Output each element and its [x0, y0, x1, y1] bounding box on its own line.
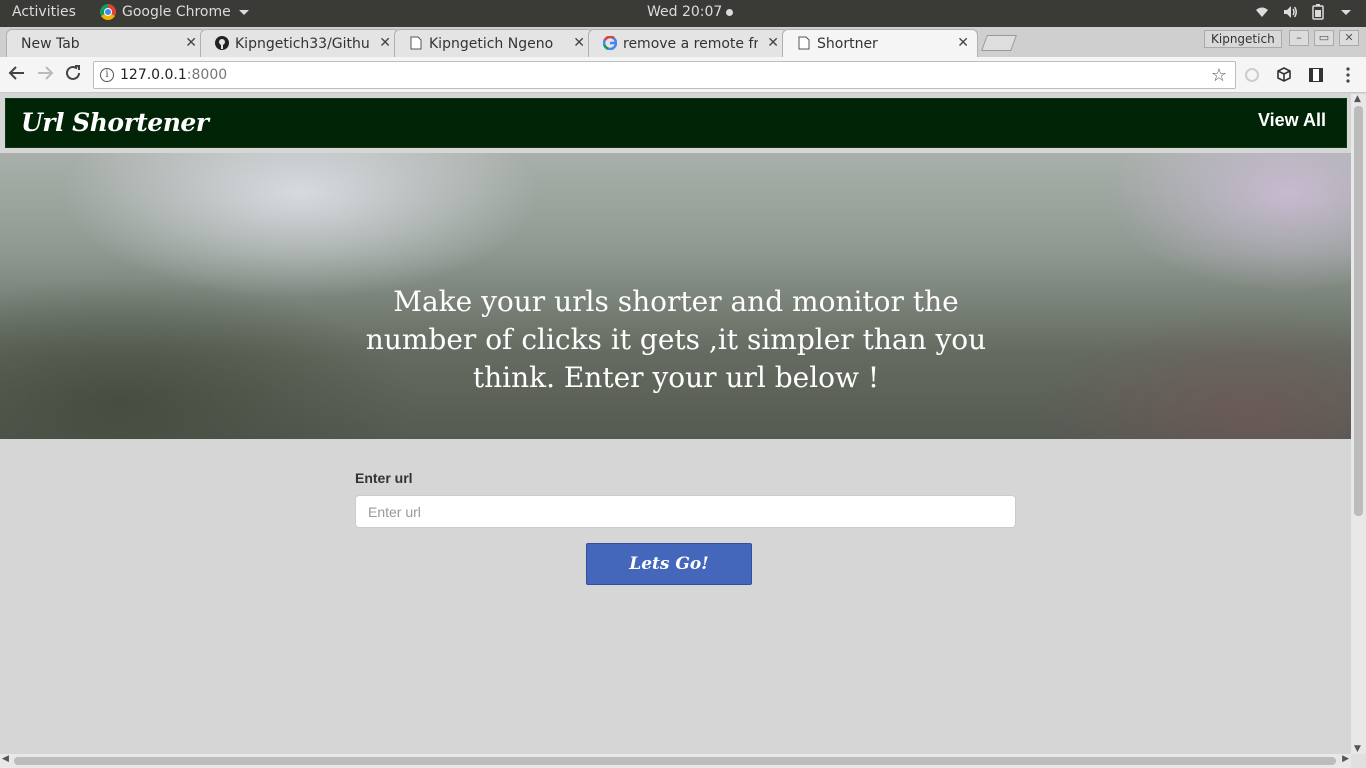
address-text: 127.0.0.1:8000	[120, 67, 227, 83]
scroll-up-icon[interactable]: ▲	[1354, 94, 1361, 104]
chevron-down-icon	[238, 9, 249, 15]
view-all-link[interactable]: View All	[1258, 110, 1326, 131]
arrow-right-icon	[38, 66, 54, 80]
scrollbar-thumb[interactable]	[14, 757, 1336, 765]
more-menu-icon[interactable]	[1339, 66, 1357, 84]
tab-new-tab[interactable]: New Tab ✕	[6, 29, 206, 57]
arrow-left-icon	[8, 66, 24, 80]
scroll-down-icon[interactable]: ▼	[1354, 744, 1361, 754]
close-icon[interactable]: ✕	[573, 35, 585, 51]
scroll-right-icon[interactable]: ▶	[1342, 754, 1349, 764]
close-icon[interactable]: ✕	[957, 35, 969, 51]
notification-dot-icon	[726, 8, 734, 16]
back-button[interactable]	[6, 64, 28, 86]
site-navbar: Url Shortener View All	[5, 98, 1347, 148]
chrome-icon	[100, 4, 116, 20]
close-window-icon[interactable]: ✕	[1339, 30, 1359, 46]
url-field-label: Enter url	[355, 470, 413, 486]
github-icon	[215, 36, 229, 50]
profile-button[interactable]: Kipngetich	[1204, 30, 1282, 48]
page-viewport: Url Shortener View All Make your urls sh…	[0, 94, 1351, 754]
scrollbar-thumb[interactable]	[1354, 106, 1363, 516]
scroll-left-icon[interactable]: ◀	[2, 754, 9, 764]
tab-title: New Tab	[21, 36, 80, 52]
tab-title: remove a remote fr	[623, 36, 758, 52]
system-top-bar: Activities Google Chrome Wed 20:07	[0, 0, 1366, 27]
bookmark-star-icon[interactable]: ☆	[1211, 65, 1227, 86]
page-icon	[409, 36, 423, 50]
app-menu-label: Google Chrome	[122, 4, 231, 20]
page-icon	[797, 36, 811, 50]
google-icon	[602, 35, 618, 51]
address-bar[interactable]: i 127.0.0.1:8000 ☆	[93, 61, 1236, 89]
volume-icon	[1282, 4, 1298, 20]
tab-google-search[interactable]: remove a remote fr ✕	[588, 29, 788, 57]
tab-shortner[interactable]: Shortner ✕	[782, 29, 978, 57]
cube-icon[interactable]	[1275, 66, 1293, 84]
url-host: 127.0.0.1	[120, 67, 187, 83]
clock-label: Wed 20:07	[647, 4, 723, 20]
forward-button[interactable]	[34, 64, 56, 86]
tab-strip: New Tab ✕ Kipngetich33/Githu ✕ Kipngetic…	[0, 27, 1366, 57]
minimize-icon[interactable]: –	[1289, 30, 1309, 46]
tab-github[interactable]: Kipngetich33/Githu ✕	[200, 29, 400, 57]
reload-icon	[66, 65, 80, 80]
tab-title: Kipngetich33/Githu	[235, 36, 370, 52]
scrollbar-corner	[1351, 754, 1366, 768]
info-icon[interactable]: i	[100, 68, 114, 82]
clock[interactable]: Wed 20:07	[647, 4, 734, 20]
system-tray[interactable]	[1254, 4, 1354, 20]
site-brand[interactable]: Url Shortener	[21, 108, 209, 137]
url-port: :8000	[186, 67, 228, 83]
vertical-scrollbar[interactable]: ▲ ▼	[1351, 94, 1366, 754]
submit-button[interactable]: Lets Go!	[586, 543, 752, 585]
maximize-icon[interactable]: ▭	[1314, 30, 1334, 46]
reload-button[interactable]	[62, 64, 84, 86]
close-icon[interactable]: ✕	[767, 35, 779, 51]
system-menu-chevron-icon	[1338, 4, 1354, 20]
horizontal-scrollbar[interactable]: ◀ ▶	[0, 754, 1351, 768]
url-input[interactable]	[355, 495, 1016, 528]
new-tab-button[interactable]	[981, 35, 1017, 51]
tab-title: Kipngetich Ngeno	[429, 36, 554, 52]
close-icon[interactable]: ✕	[379, 35, 391, 51]
close-icon[interactable]: ✕	[185, 35, 197, 51]
extension-icon[interactable]	[1243, 66, 1261, 84]
tab-title: Shortner	[817, 36, 878, 52]
browser-toolbar: i 127.0.0.1:8000 ☆	[0, 57, 1366, 93]
tab-kipngetich-ngeno[interactable]: Kipngetich Ngeno ✕	[394, 29, 594, 57]
film-icon[interactable]	[1307, 66, 1325, 84]
hero-banner: Make your urls shorter and monitor the n…	[0, 153, 1351, 439]
app-menu[interactable]: Google Chrome	[100, 4, 249, 20]
battery-icon	[1310, 4, 1326, 20]
hero-text: Make your urls shorter and monitor the n…	[365, 285, 987, 394]
wifi-icon	[1254, 4, 1270, 20]
activities-button[interactable]: Activities	[12, 4, 76, 20]
